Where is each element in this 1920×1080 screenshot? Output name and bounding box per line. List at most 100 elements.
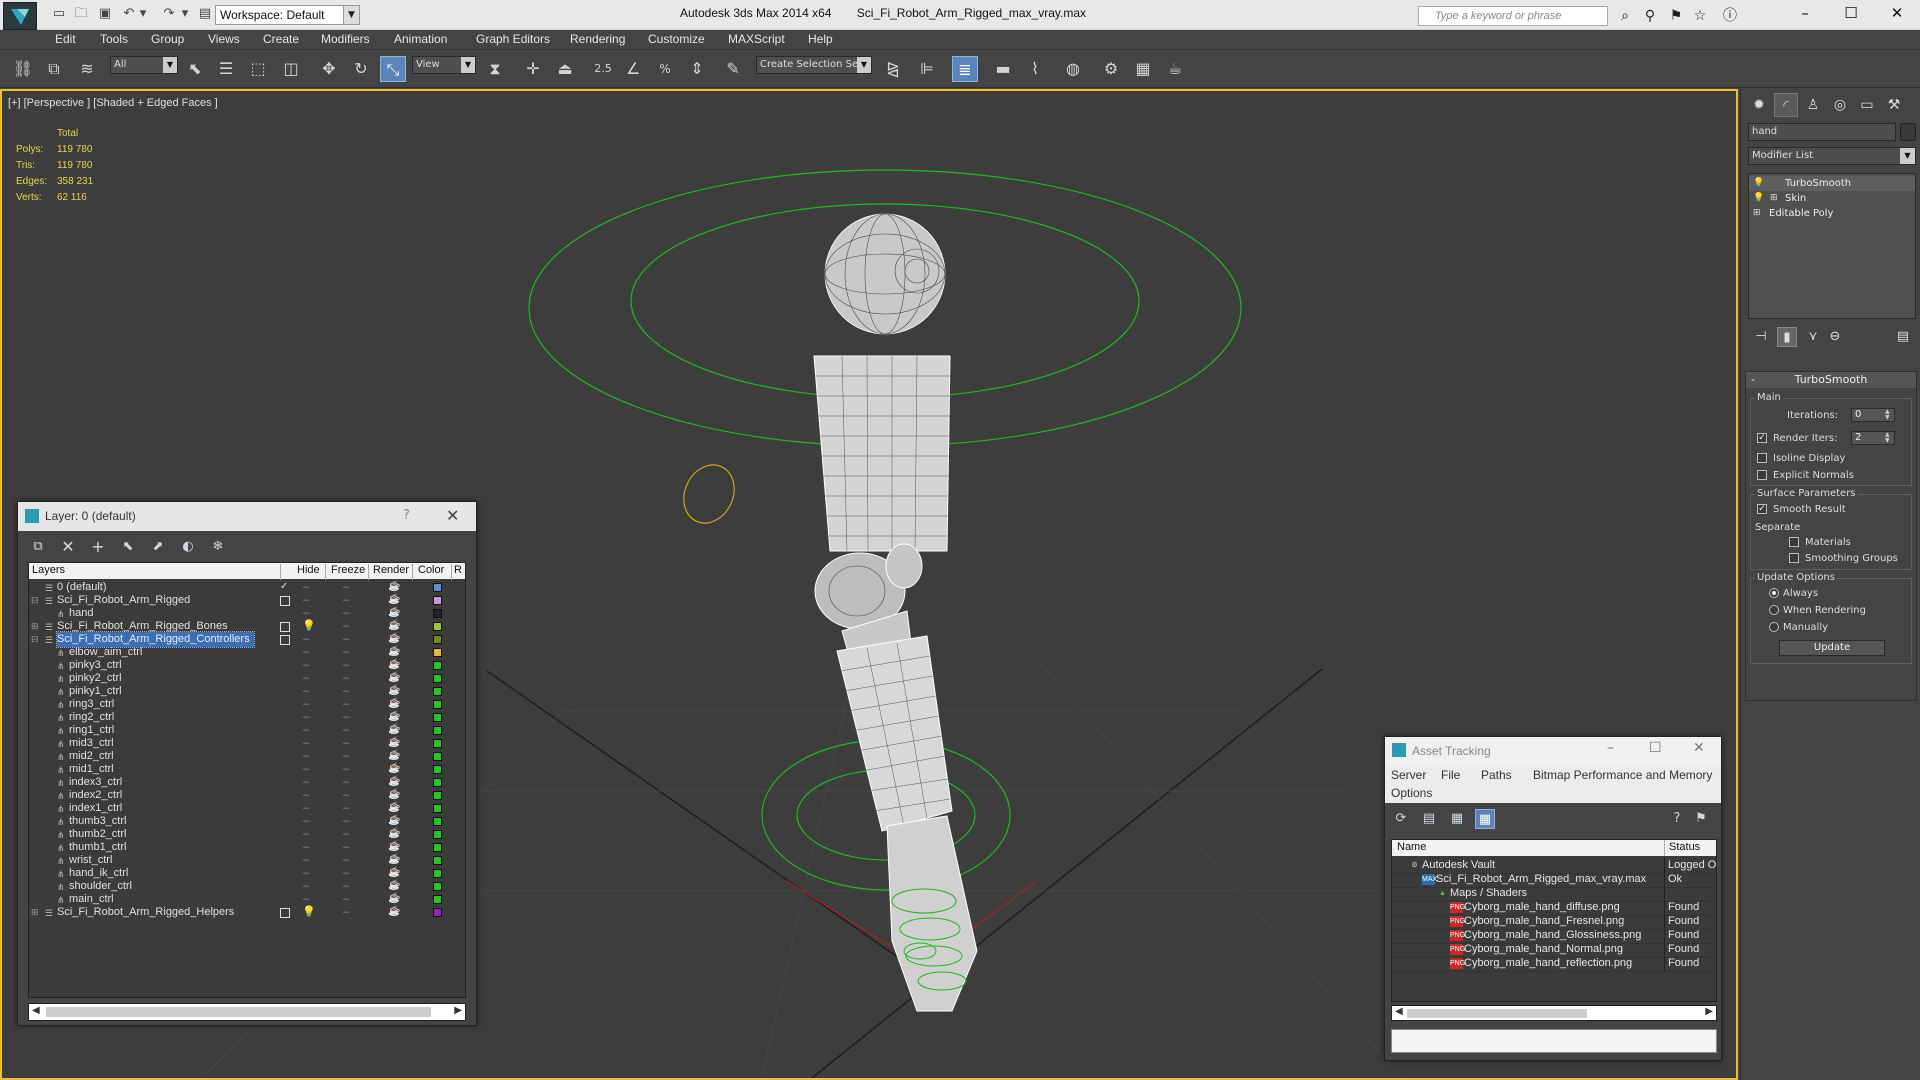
- stack-item-skin[interactable]: 💡 ⊞ Skin: [1749, 191, 1915, 206]
- show-end-result-icon[interactable]: ▮: [1777, 327, 1797, 347]
- link-icon[interactable]: ⛓: [10, 56, 36, 82]
- hide-unhide-all-icon[interactable]: ◐: [178, 537, 198, 557]
- menu-create[interactable]: Create: [263, 32, 299, 46]
- modify-tab-icon[interactable]: ◜: [1774, 93, 1798, 117]
- menu-modifiers[interactable]: Modifiers: [321, 32, 370, 46]
- layer-color-swatch[interactable]: [433, 596, 442, 605]
- hide-toggle[interactable]: –: [303, 854, 309, 866]
- hide-toggle[interactable]: –: [303, 737, 309, 749]
- expand-toggle-icon[interactable]: ⊞: [31, 907, 39, 918]
- render-iters-spinner[interactable]: 2 ▲ ▼: [1851, 431, 1895, 445]
- hide-toggle[interactable]: –: [303, 841, 309, 853]
- layer-row[interactable]: ⊞ ☰ Sci_Fi_Robot_Arm_Rigged_Helpers 💡 – ☕: [29, 905, 465, 921]
- unlink-icon[interactable]: ⧉: [41, 56, 67, 82]
- select-by-name-icon[interactable]: ☰: [213, 56, 239, 82]
- rendered-frame-window-icon[interactable]: ▦: [1130, 56, 1156, 82]
- layer-color-swatch[interactable]: [433, 791, 442, 800]
- horizontal-scrollbar[interactable]: ◀ ▶: [1391, 1005, 1717, 1021]
- undo-dropdown-icon[interactable]: ▾: [134, 6, 152, 22]
- search-input[interactable]: Type a keyword or phrase: [1418, 6, 1608, 26]
- freeze-toggle[interactable]: –: [343, 802, 349, 814]
- scroll-thumb[interactable]: [46, 1007, 431, 1017]
- menu-views[interactable]: Views: [208, 32, 240, 46]
- spinner-snap-icon[interactable]: ⇕: [684, 56, 710, 82]
- layer-manager-titlebar[interactable]: Layer: 0 (default) ? ✕: [18, 502, 476, 531]
- freeze-toggle[interactable]: –: [343, 698, 349, 710]
- percent-snap-icon[interactable]: %: [652, 56, 678, 82]
- make-unique-icon[interactable]: ⋎: [1803, 327, 1823, 347]
- hide-toggle[interactable]: –: [303, 581, 309, 593]
- render-teapot-icon[interactable]: ☕: [388, 594, 400, 605]
- render-teapot-icon[interactable]: ☕: [388, 854, 400, 865]
- layer-color-swatch[interactable]: [433, 583, 442, 592]
- column-name[interactable]: Name: [1397, 841, 1426, 853]
- expand-plus-icon[interactable]: ⊞: [1770, 191, 1778, 206]
- make-active-layer-box[interactable]: [280, 908, 290, 918]
- render-teapot-icon[interactable]: ☕: [388, 776, 400, 787]
- freeze-toggle[interactable]: –: [343, 893, 349, 905]
- named-selection-dropdown[interactable]: Create Selection Se ▼: [756, 56, 872, 74]
- bind-space-warp-icon[interactable]: ≋: [74, 56, 100, 82]
- render-teapot-icon[interactable]: ☕: [388, 685, 400, 696]
- save-file-icon[interactable]: ▣: [96, 6, 114, 22]
- hide-toggle[interactable]: –: [303, 750, 309, 762]
- menu-paths[interactable]: Paths: [1481, 768, 1512, 782]
- hide-toggle[interactable]: –: [303, 659, 309, 671]
- hide-toggle[interactable]: –: [303, 828, 309, 840]
- freeze-toggle[interactable]: –: [343, 841, 349, 853]
- modifier-list-dropdown[interactable]: Modifier List ▼: [1748, 147, 1916, 165]
- maximize-icon[interactable]: ☐: [1649, 740, 1662, 756]
- help-icon[interactable]: ?: [1667, 809, 1687, 829]
- layer-color-swatch[interactable]: [433, 882, 442, 891]
- layer-color-swatch[interactable]: [433, 661, 442, 670]
- list-view-icon[interactable]: ▤: [1419, 809, 1439, 829]
- freeze-toggle[interactable]: –: [343, 607, 349, 619]
- remove-modifier-icon[interactable]: ⊖: [1825, 327, 1845, 347]
- freeze-toggle[interactable]: –: [343, 867, 349, 879]
- column-freeze[interactable]: Freeze: [331, 564, 365, 576]
- freeze-toggle[interactable]: –: [343, 880, 349, 892]
- render-teapot-icon[interactable]: ☕: [388, 737, 400, 748]
- render-setup-icon[interactable]: ⚙: [1098, 56, 1124, 82]
- table-view-icon[interactable]: ▦: [1447, 809, 1467, 829]
- material-editor-icon[interactable]: ◍: [1060, 56, 1086, 82]
- render-teapot-icon[interactable]: ☕: [388, 620, 400, 631]
- column-radiosity[interactable]: R: [454, 564, 462, 576]
- hide-toggle[interactable]: –: [303, 711, 309, 723]
- open-file-icon[interactable]: 🗀: [72, 6, 90, 22]
- render-teapot-icon[interactable]: ☕: [388, 711, 400, 722]
- expand-plus-icon[interactable]: ⊞: [1753, 206, 1761, 221]
- freeze-toggle[interactable]: –: [343, 581, 349, 593]
- layer-color-swatch[interactable]: [433, 804, 442, 813]
- menu-edit[interactable]: Edit: [55, 32, 76, 46]
- menu-server[interactable]: Server: [1391, 768, 1426, 782]
- communication-center-icon[interactable]: ⚑: [1666, 6, 1686, 26]
- column-render[interactable]: Render: [373, 564, 409, 576]
- freeze-toggle[interactable]: –: [343, 646, 349, 658]
- render-teapot-icon[interactable]: ☕: [388, 815, 400, 826]
- freeze-toggle[interactable]: –: [343, 672, 349, 684]
- stack-item-turbosmooth[interactable]: 💡 TurboSmooth: [1749, 176, 1915, 191]
- isoline-display-checkbox[interactable]: [1757, 453, 1767, 463]
- pivot-center-icon[interactable]: ⧗: [482, 56, 508, 82]
- expand-toggle-icon[interactable]: ⊟: [31, 634, 39, 645]
- refresh-icon[interactable]: ⟳: [1391, 809, 1411, 829]
- layer-color-swatch[interactable]: [433, 843, 442, 852]
- menu-maxscript[interactable]: MAXScript: [728, 32, 785, 46]
- manually-radio[interactable]: [1769, 622, 1779, 632]
- render-teapot-icon[interactable]: ☕: [388, 789, 400, 800]
- delete-layer-icon[interactable]: ✕: [58, 537, 78, 557]
- make-active-layer-box[interactable]: [280, 635, 290, 645]
- hide-toggle[interactable]: –: [303, 893, 309, 905]
- move-icon[interactable]: ✥: [316, 56, 342, 82]
- add-to-layer-icon[interactable]: +: [88, 537, 108, 557]
- layer-color-swatch[interactable]: [433, 609, 442, 618]
- freeze-toggle[interactable]: –: [343, 620, 349, 632]
- column-hide[interactable]: Hide: [297, 564, 320, 576]
- render-teapot-icon[interactable]: ☕: [388, 672, 400, 683]
- always-radio[interactable]: [1769, 588, 1779, 598]
- layer-color-swatch[interactable]: [433, 713, 442, 722]
- close-icon[interactable]: ✕: [446, 506, 459, 525]
- snaps-toggle-icon[interactable]: 2.5: [590, 56, 616, 82]
- freeze-toggle[interactable]: –: [343, 776, 349, 788]
